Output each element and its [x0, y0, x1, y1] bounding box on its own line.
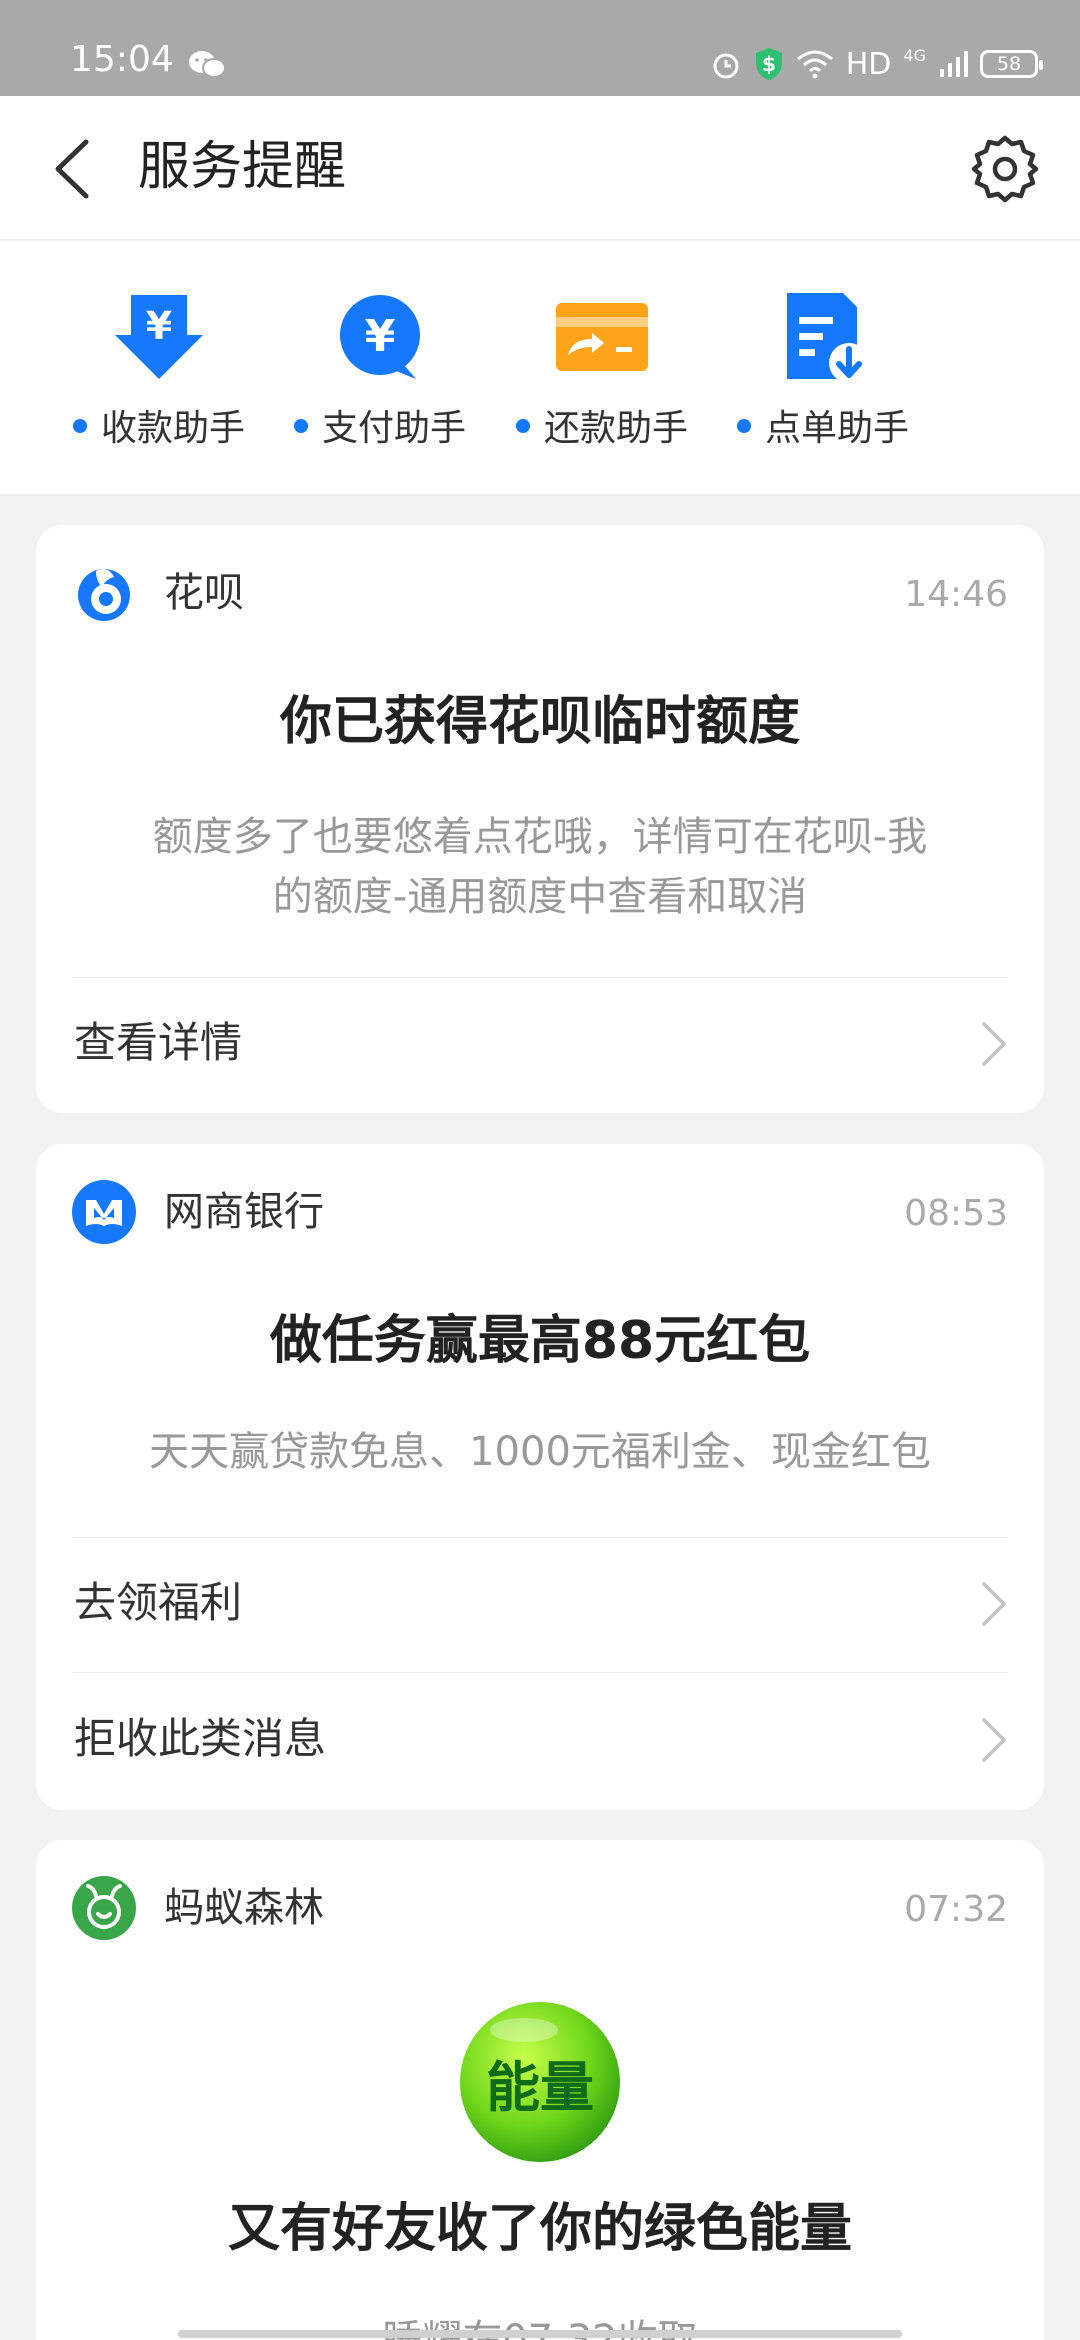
card-title: 做任务赢最高88元红包 — [269, 1311, 811, 1371]
card-description: 天天赢贷款免息、1000元福利金、现金红包 — [96, 1422, 984, 1482]
divider — [72, 1672, 1008, 1673]
receive-money-icon: ¥ — [115, 295, 203, 379]
huabei-logo-icon — [78, 569, 130, 621]
status-time: 15:04 — [70, 39, 174, 80]
page-title: 服务提醒 — [138, 137, 347, 197]
notification-card-mybank: 网商银行 08:53 做任务赢最高88元红包 天天赢贷款免息、1000元福利金、… — [36, 1144, 1044, 1810]
shield-money-icon: $ — [755, 48, 782, 80]
status-bar: 15:04 $ HD 4G 58 — [0, 0, 1080, 96]
ant-forest-logo-icon — [72, 1876, 136, 1940]
helper-repayment[interactable]: 还款助手 — [507, 287, 697, 457]
notification-card-huabei: 花呗 14:46 你已获得花呗临时额度 额度多了也要悠着点花哦，详情可在花呗-我… — [36, 525, 1044, 1113]
action-label: 查看详情 — [74, 1018, 243, 1067]
notification-card-ant-forest: 蚂蚁森林 07:32 能量 又有好友收了你的绿色能量 睡耀在07:32收取 — [36, 1840, 1044, 2340]
card-timestamp: 14:46 — [904, 574, 1008, 615]
helper-label: 收款助手 — [64, 399, 254, 451]
order-icon — [787, 293, 869, 383]
network-type: HD — [845, 46, 892, 82]
view-details-action[interactable]: 查看详情 — [36, 978, 1044, 1110]
card-header: 蚂蚁森林 07:32 — [72, 1876, 1008, 1940]
card-description-line: 天天赢贷款免息、1000元福利金、现金红包 — [149, 1429, 931, 1475]
signal-type: 4G — [903, 46, 926, 65]
app-header: 服务提醒 — [0, 96, 1080, 240]
card-header: 花呗 14:46 — [72, 561, 1008, 625]
helper-receive-money[interactable]: ¥ 收款助手 — [64, 287, 254, 457]
chevron-right-icon — [982, 1582, 1006, 1626]
scrollbar[interactable] — [178, 2330, 902, 2338]
helper-label: 支付助手 — [285, 399, 475, 451]
card-timestamp: 07:32 — [904, 1889, 1008, 1930]
wifi-icon — [796, 50, 833, 79]
svg-text:¥: ¥ — [365, 311, 396, 362]
get-benefits-action[interactable]: 去领福利 — [36, 1538, 1044, 1670]
helper-shortcuts: ¥ 收款助手 ¥ 支付助手 还款助手 点单助手 — [0, 241, 1080, 494]
back-arrow-icon[interactable] — [44, 134, 104, 204]
card-app-name: 网商银行 — [164, 1189, 324, 1235]
helper-payment[interactable]: ¥ 支付助手 — [285, 287, 475, 457]
card-description-line: 的额度-通用额度中查看和取消 — [272, 874, 808, 920]
signal-icon — [940, 51, 968, 77]
wechat-icon — [189, 51, 226, 78]
reject-messages-action[interactable]: 拒收此类消息 — [36, 1674, 1044, 1806]
card-app-name: 蚂蚁森林 — [164, 1885, 324, 1931]
svg-text:¥: ¥ — [146, 304, 172, 348]
mybank-logo-icon — [72, 1180, 136, 1244]
chevron-right-icon — [982, 1022, 1006, 1066]
action-label: 拒收此类消息 — [74, 1714, 327, 1763]
svg-text:$: $ — [762, 52, 776, 76]
card-header: 网商银行 08:53 — [72, 1180, 1008, 1244]
helper-label: 点单助手 — [728, 399, 918, 451]
card-timestamp: 08:53 — [904, 1193, 1008, 1234]
payment-icon: ¥ — [340, 295, 420, 379]
card-description: 额度多了也要悠着点花哦，详情可在花呗-我 的额度-通用额度中查看和取消 — [96, 807, 984, 927]
alarm-icon — [713, 53, 739, 79]
card-app-name: 花呗 — [164, 570, 244, 616]
settings-gear-icon[interactable] — [970, 134, 1040, 204]
helper-order[interactable]: 点单助手 — [728, 287, 918, 457]
chevron-right-icon — [982, 1718, 1006, 1762]
helper-label: 还款助手 — [507, 399, 697, 451]
battery-indicator: 58 — [980, 50, 1043, 78]
card-title: 又有好友收了你的绿色能量 — [227, 2199, 852, 2259]
card-title: 你已获得花呗临时额度 — [279, 692, 800, 752]
repayment-card-icon — [556, 303, 648, 371]
card-description-line: 额度多了也要悠着点花哦，详情可在花呗-我 — [152, 814, 928, 860]
energy-badge-label: 能量 — [486, 2055, 594, 2119]
status-indicators: $ HD 4G 58 — [710, 44, 1043, 84]
action-label: 去领福利 — [74, 1578, 243, 1627]
